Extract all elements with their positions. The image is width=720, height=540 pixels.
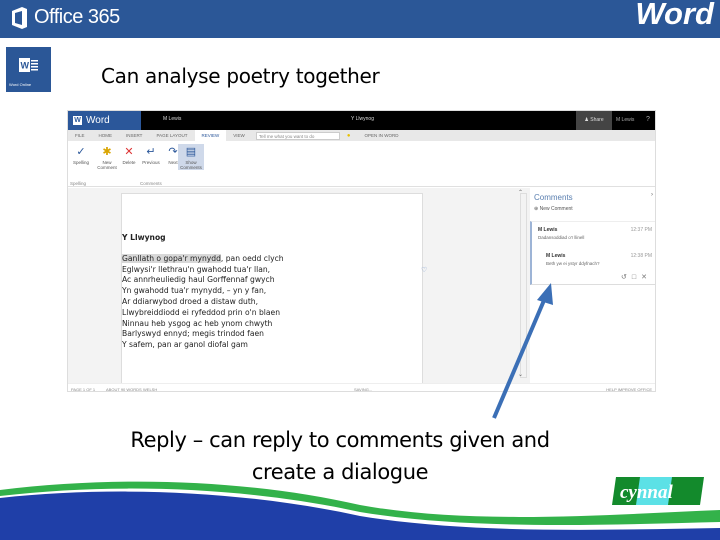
comment-marker-icon[interactable]: ♡ bbox=[421, 266, 427, 274]
previous-comment-button[interactable]: ↵ Previous bbox=[140, 144, 162, 165]
comments-title: Comments bbox=[534, 193, 573, 202]
spelling-label: Spelling bbox=[72, 160, 89, 165]
next-label: Next bbox=[168, 160, 178, 165]
resolve-icon[interactable]: □ bbox=[632, 274, 641, 281]
poem-line: Yn gwahodd tua'r mynydd, – yn y fan, bbox=[122, 286, 267, 296]
word-count: ABOUT 90 WORDS bbox=[106, 387, 142, 392]
reply-time: 12:38 PM bbox=[630, 253, 652, 259]
new-comment-icon: ✱ bbox=[102, 146, 112, 158]
highlighted-text[interactable]: Ganllath o gopa'r mynydd bbox=[122, 253, 221, 263]
document-title[interactable]: Y Llwynog bbox=[351, 116, 374, 122]
group-label-comments: Comments bbox=[140, 181, 162, 186]
poem-title: Y Llwynog bbox=[122, 233, 166, 242]
vertical-scrollbar[interactable] bbox=[520, 193, 527, 378]
share-button[interactable]: ♟ Share bbox=[576, 111, 612, 130]
spellcheck-icon: ✓ bbox=[76, 146, 86, 158]
word-online-tile[interactable]: W Word Online bbox=[6, 47, 51, 92]
delete-comment-icon[interactable]: ✕ bbox=[641, 274, 652, 281]
help-button[interactable]: ? bbox=[646, 116, 650, 123]
scroll-down-icon[interactable]: ⌄ bbox=[518, 371, 523, 378]
slide-title: Word bbox=[635, 0, 714, 31]
office365-brand[interactable]: Office 365 bbox=[10, 6, 120, 29]
group-label-spelling: Spelling bbox=[70, 181, 87, 186]
comment-actions: ↺□✕ bbox=[621, 273, 652, 281]
tell-me-input[interactable]: Tell me what you want to do bbox=[255, 131, 340, 140]
office365-header: Office 365 Word bbox=[0, 0, 720, 38]
word-online-logo[interactable]: WWord Online bbox=[68, 111, 141, 145]
word-icon: W bbox=[73, 115, 82, 125]
new-comment-text: New Comment bbox=[539, 206, 573, 212]
comment-time: 12:37 PM bbox=[630, 227, 652, 233]
reply-icon[interactable]: ↺ bbox=[621, 274, 632, 281]
word-online-screenshot: WWord Online M Lewis Y Llwynog ♟ Share M… bbox=[67, 110, 656, 392]
scroll-up-icon[interactable]: ⌃ bbox=[518, 189, 523, 196]
poem-line: Ac annrheuliedig haul Gorffennaf gwych bbox=[122, 275, 275, 285]
show-comments-icon: ▤ bbox=[185, 146, 197, 158]
delete-icon: ✕ bbox=[124, 146, 134, 158]
ribbon: ✓ Spelling ✱ New Comment ✕ Delete ↵ Previous… bbox=[68, 141, 655, 187]
brand-label: Office 365 bbox=[34, 6, 120, 28]
language[interactable]: WELSH bbox=[143, 387, 157, 391]
previous-icon: ↵ bbox=[146, 146, 156, 158]
tab-review[interactable]: REVIEW bbox=[194, 130, 227, 141]
tab-view[interactable]: VIEW bbox=[226, 133, 252, 138]
show-comments-button[interactable]: ▤ Show Comments bbox=[178, 144, 204, 170]
new-comment-label: New Comment bbox=[97, 160, 117, 170]
poem-line: Ganllath o gopa'r mynydd, pan oedd clych bbox=[122, 253, 284, 265]
word-icon: W bbox=[19, 58, 38, 72]
caption-line-1: Reply – can reply to comments given and bbox=[130, 428, 550, 452]
tab-page-layout[interactable]: PAGE LAYOUT bbox=[149, 133, 194, 138]
account-name[interactable]: M Lewis bbox=[616, 117, 634, 123]
delete-comment-button[interactable]: ✕ Delete bbox=[118, 144, 140, 165]
logo-text: cynnal bbox=[620, 482, 674, 503]
comment-thread[interactable]: M Lewis 12:37 PM Dadansoddiad o'r llinel… bbox=[530, 221, 655, 285]
tab-file[interactable]: FILE bbox=[68, 133, 92, 138]
open-in-word-button[interactable]: OPEN IN WORD bbox=[357, 133, 405, 138]
comments-pane: Comments › ⊕ New Comment M Lewis 12:37 P… bbox=[530, 188, 655, 383]
share-label: Share bbox=[590, 117, 604, 123]
show-comments-label: Show Comments bbox=[180, 160, 202, 170]
poem-text[interactable]: Y Llwynog Ganllath o gopa'r mynydd, pan … bbox=[122, 233, 284, 351]
previous-label: Previous bbox=[142, 160, 160, 165]
tile-label: Word Online bbox=[9, 82, 32, 87]
poem-line: Y safem, pan ar ganol diofal gam bbox=[122, 340, 248, 350]
tab-home[interactable]: HOME bbox=[92, 133, 120, 138]
tab-insert[interactable]: INSERT bbox=[119, 133, 149, 138]
delete-label: Delete bbox=[122, 160, 136, 165]
poem-line: Ninnau heb ysgog ac heb ynom chwyth bbox=[122, 318, 273, 328]
reply-text: Beth yw ei ystyr ddyfnach? bbox=[546, 261, 600, 266]
close-pane-icon[interactable]: › bbox=[651, 192, 653, 198]
svg-text:W: W bbox=[21, 61, 30, 71]
office-logo-icon bbox=[10, 6, 28, 29]
saving-status: SAVING... bbox=[354, 387, 373, 392]
ribbon-tabs: FILE HOME INSERT PAGE LAYOUT REVIEW VIEW… bbox=[68, 130, 655, 141]
reply-author: M Lewis bbox=[546, 253, 566, 259]
app-bar: WWord Online M Lewis Y Llwynog ♟ Share M… bbox=[68, 111, 655, 145]
new-comment-button[interactable]: ✱ New Comment bbox=[96, 144, 118, 170]
poem-line: Llwybreiddiodd ei ryfeddod prin o'n blae… bbox=[122, 307, 281, 317]
comment-text: Dadansoddiad o'r llinell bbox=[538, 235, 585, 240]
cynnal-logo: cynnal bbox=[612, 477, 704, 505]
comment-author: M Lewis bbox=[538, 227, 558, 233]
user-name: M Lewis bbox=[163, 116, 182, 122]
poem-line-rest: , pan oedd clych bbox=[220, 253, 284, 263]
poem-line: Eglwysi'r llethrau'n gwahodd tua'r llan, bbox=[122, 264, 271, 274]
help-improve-link[interactable]: HELP IMPROVE OFFICE bbox=[606, 387, 652, 391]
headline: Can analyse poetry together bbox=[101, 64, 380, 88]
new-comment-link[interactable]: ⊕ New Comment bbox=[534, 206, 573, 212]
lightbulb-icon: ● bbox=[346, 132, 351, 139]
page-count: PAGE 1 OF 1 bbox=[71, 387, 96, 392]
poem-line: Ar ddiarwybod droed a distaw duth, bbox=[122, 296, 259, 306]
spelling-button[interactable]: ✓ Spelling bbox=[70, 144, 92, 165]
status-bar: PAGE 1 OF 1 ABOUT 90 WORDS WELSH SAVING.… bbox=[68, 383, 655, 392]
poem-line: Barlyswyd ennyd; megis trindod faen bbox=[122, 329, 264, 339]
